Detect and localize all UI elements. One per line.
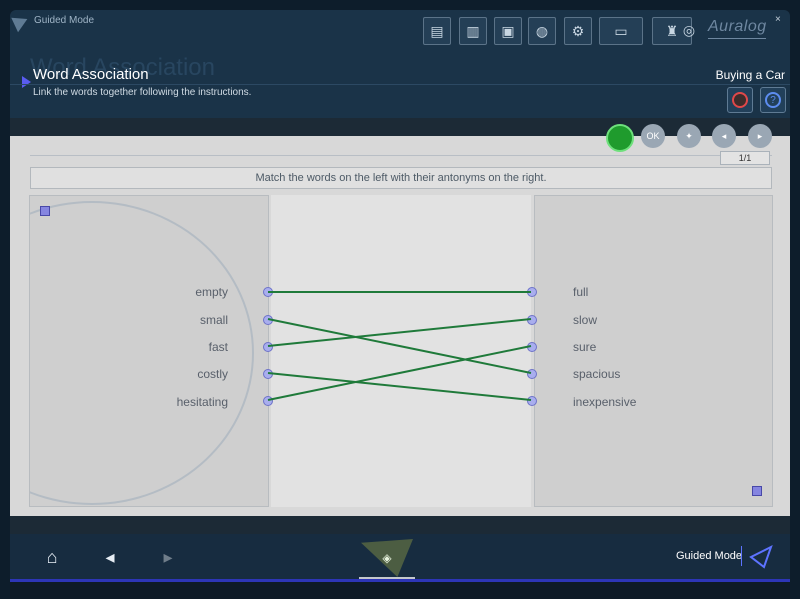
computer-icon[interactable]: ▭ — [599, 17, 643, 45]
right-word[interactable]: spacious — [573, 367, 620, 381]
ticket-icon[interactable]: ▣ — [494, 17, 522, 45]
close-button[interactable]: × — [775, 14, 781, 25]
left-word[interactable]: hesitating — [177, 395, 228, 409]
record-icon — [732, 92, 748, 108]
right-anchor-dot[interactable] — [527, 315, 537, 325]
right-anchor-dot[interactable] — [527, 396, 537, 406]
brand-logo: Auralog — [708, 18, 767, 35]
guided-mode-icon[interactable] — [749, 545, 773, 569]
back-nav-icon[interactable]: ◂ — [92, 542, 128, 572]
exercise-title: Word Association — [33, 66, 149, 83]
settings-icon[interactable]: ⚙ — [564, 17, 592, 45]
base-strip — [10, 582, 790, 599]
right-word[interactable]: inexpensive — [573, 395, 636, 409]
ok-button[interactable]: OK — [641, 124, 665, 148]
left-word-panel — [29, 195, 269, 507]
right-word-panel — [534, 195, 773, 507]
left-word[interactable]: fast — [209, 340, 228, 354]
record-button[interactable] — [727, 87, 753, 113]
hint-bulb-icon[interactable]: ✦ — [677, 124, 701, 148]
lesson-name: Buying a Car — [715, 68, 785, 82]
right-anchor-dot[interactable] — [527, 369, 537, 379]
previous-icon[interactable]: ◂ — [712, 124, 736, 148]
left-corner-square — [40, 206, 50, 216]
left-anchor-dot[interactable] — [263, 342, 273, 352]
footer-separator — [741, 546, 742, 566]
notes-icon[interactable]: ▤ — [423, 17, 451, 45]
bottom-strip — [10, 516, 790, 534]
title-divider — [10, 84, 790, 85]
mode-label: Guided Mode — [34, 15, 95, 26]
left-word[interactable]: costly — [197, 367, 228, 381]
right-corner-square — [752, 486, 762, 496]
exercise-subtitle: Link the words together following the in… — [33, 87, 252, 98]
connector-panel — [271, 195, 531, 507]
status-indicator — [606, 124, 634, 152]
page-counter: 1/1 — [720, 151, 770, 165]
left-anchor-dot[interactable] — [263, 315, 273, 325]
instruction-text: Match the words on the left with their a… — [30, 167, 772, 189]
right-anchor-dot[interactable] — [527, 287, 537, 297]
globe-icon[interactable]: ◍ — [528, 17, 556, 45]
left-anchor-dot[interactable] — [263, 287, 273, 297]
left-anchor-dot[interactable] — [263, 396, 273, 406]
brand-underline — [708, 38, 766, 39]
left-word[interactable]: empty — [195, 285, 228, 299]
home-nav-icon[interactable]: ⌂ — [34, 542, 70, 572]
help-icon: ? — [765, 92, 781, 108]
footer-mode-label: Guided Mode — [676, 550, 743, 562]
right-anchor-dot[interactable] — [527, 342, 537, 352]
app-window: Guided Mode × ▤ ▥ ▣ ◍ ⚙ ▭ ♜ ◎ Auralog Wo… — [0, 0, 800, 599]
right-word[interactable]: slow — [573, 313, 597, 327]
help-button[interactable]: ? — [760, 87, 786, 113]
top-strip — [10, 118, 790, 136]
left-word[interactable]: small — [200, 313, 228, 327]
forward-nav-icon[interactable]: ▸ — [150, 542, 186, 572]
play-icon — [22, 76, 31, 88]
right-word[interactable]: full — [573, 285, 588, 299]
globe-grid-icon[interactable]: ◎ — [676, 17, 702, 43]
left-anchor-dot[interactable] — [263, 369, 273, 379]
right-word[interactable]: sure — [573, 340, 596, 354]
dialogue-icon[interactable]: ▥ — [459, 17, 487, 45]
next-icon[interactable]: ▸ — [748, 124, 772, 148]
progress-line — [30, 155, 772, 156]
